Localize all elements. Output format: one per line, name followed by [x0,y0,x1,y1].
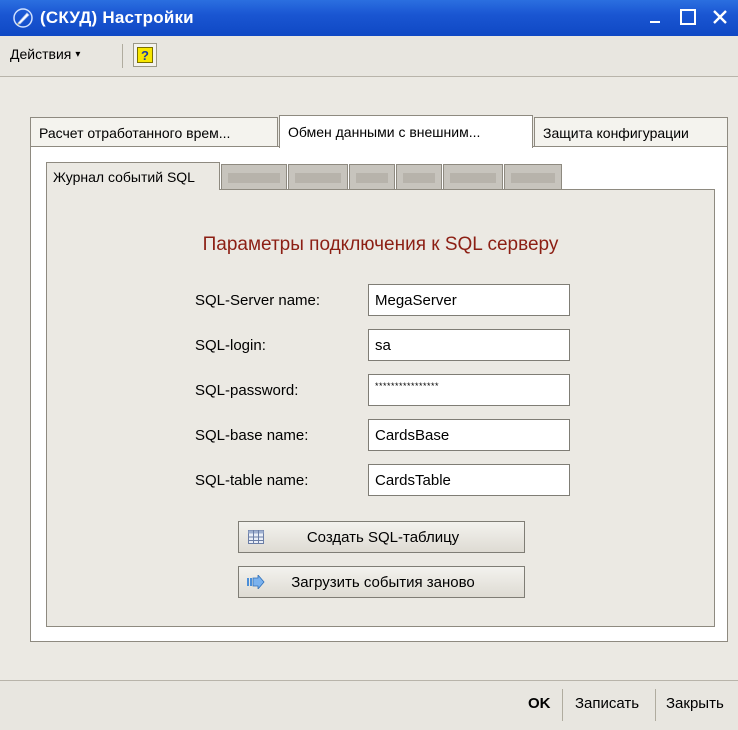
table-name-label: SQL-table name: [195,471,309,489]
app-pencil-icon [12,7,34,29]
help-icon: ? [137,47,153,63]
maximize-icon [680,9,696,25]
table-grid-icon [246,527,266,547]
reload-events-button[interactable]: Загрузить события заново [238,566,525,598]
tab-obscured-2[interactable] [288,164,348,190]
login-label: SQL-login: [195,336,266,354]
form-row-password: SQL-password: **************** [195,373,570,407]
sql-settings-panel: Параметры подключения к SQL серверу SQL-… [46,189,715,627]
footer-divider [562,689,563,721]
table-name-input[interactable]: CardsTable [368,464,570,496]
password-label: SQL-password: [195,381,299,399]
close-icon [713,10,727,24]
server-name-input[interactable]: MegaServer [368,284,570,316]
create-sql-table-label: Создать SQL-таблицу [306,528,460,546]
toolbar: Действия ▾ ? [0,36,738,77]
main-panel: Расчет отработанного врем... Обмен данны… [0,77,738,680]
minimize-icon [650,21,660,23]
tab-obscured-4[interactable] [396,164,442,190]
settings-window: (СКУД) Настройки Действия ▾ ? Расчет отр… [0,0,738,730]
obscured-label [356,172,388,183]
base-name-input[interactable]: CardsBase [368,419,570,451]
server-name-label: SQL-Server name: [195,291,321,309]
tab-work-time[interactable]: Расчет отработанного врем... [30,117,278,147]
obscured-label [511,172,555,183]
form-row-base: SQL-base name: CardsBase [195,418,570,452]
ok-button[interactable]: OK [528,695,551,712]
actions-menu-label: Действия [10,46,72,62]
obscured-label [450,172,496,183]
reload-events-label: Загрузить события заново [291,573,475,591]
tab-label: Расчет отработанного врем... [39,124,231,141]
password-input[interactable]: **************** [368,374,570,406]
tab-label: Защита конфигурации [543,124,689,141]
save-button[interactable]: Записать [575,695,639,712]
tab-config-protection[interactable]: Защита конфигурации [534,117,728,147]
outer-tab-content: Журнал событий SQL Параметры подключения… [30,146,728,642]
form-row-login: SQL-login: sa [195,328,570,362]
form-row-table: SQL-table name: CardsTable [195,463,570,497]
obscured-label [295,172,341,183]
toolbar-divider [122,44,123,68]
help-button[interactable]: ? [133,43,157,67]
actions-menu[interactable]: Действия ▾ [10,46,80,62]
login-input[interactable]: sa [368,329,570,361]
footer-divider [655,689,656,721]
minimize-button[interactable] [642,4,670,30]
arrow-right-icon [246,572,266,592]
title-bar[interactable]: (СКУД) Настройки [0,0,738,36]
tab-obscured-3[interactable] [349,164,395,190]
maximize-button[interactable] [674,4,702,30]
base-name-label: SQL-base name: [195,426,309,444]
dialog-footer: OK Записать Закрыть [0,680,738,730]
obscured-label [228,172,280,183]
form-row-server: SQL-Server name: MegaServer [195,283,570,317]
close-button[interactable] [706,4,734,30]
create-sql-table-button[interactable]: Создать SQL-таблицу [238,521,525,553]
tab-obscured-6[interactable] [504,164,562,190]
chevron-down-icon: ▾ [75,48,81,60]
tab-label: Обмен данными с внешним... [288,124,481,140]
obscured-label [403,172,435,183]
tab-sql-event-log[interactable]: Журнал событий SQL [46,162,220,190]
tab-obscured-1[interactable] [221,164,287,190]
tab-data-exchange[interactable]: Обмен данными с внешним... [279,115,533,148]
tab-obscured-5[interactable] [443,164,503,190]
section-heading: Параметры подключения к SQL серверу [202,234,559,255]
tab-label: Журнал событий SQL [53,168,195,185]
window-title: (СКУД) Настройки [40,8,194,27]
close-dialog-button[interactable]: Закрыть [666,695,724,712]
window-controls [642,4,734,30]
